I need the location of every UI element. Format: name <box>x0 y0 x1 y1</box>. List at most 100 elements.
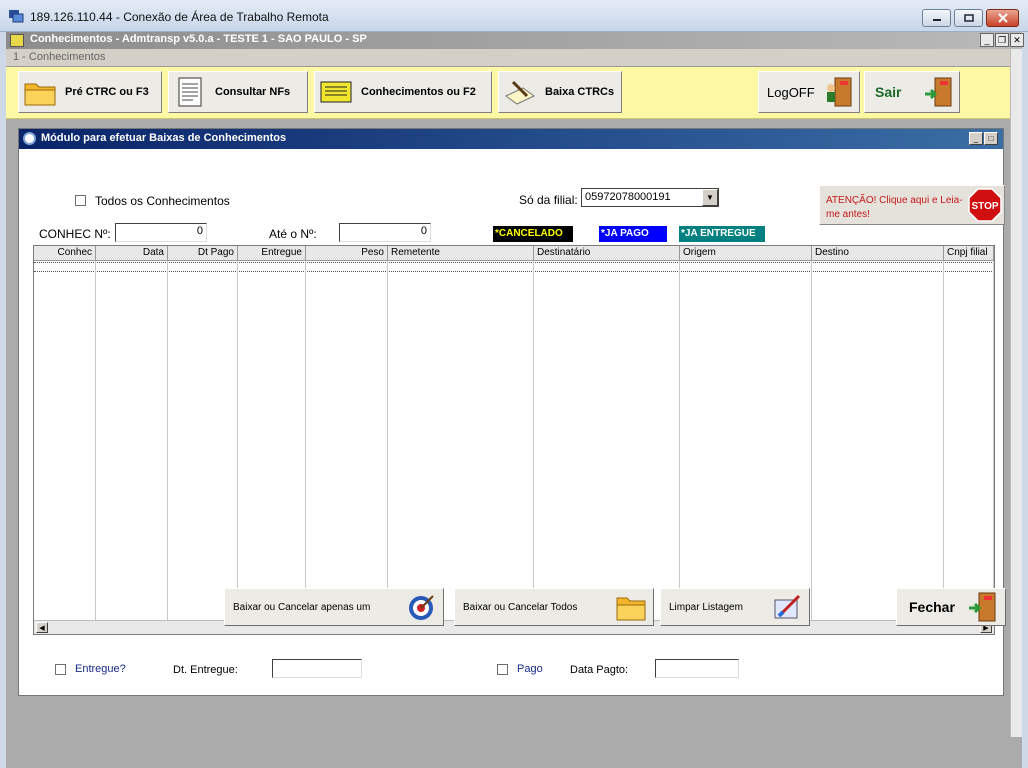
consultar-nfs-button[interactable]: Consultar NFs <box>168 71 308 113</box>
entregue-checkbox[interactable] <box>55 664 66 675</box>
column-divider <box>305 261 306 621</box>
filial-value: 05972078000191 <box>585 191 671 203</box>
table-row[interactable] <box>34 262 994 272</box>
filial-select[interactable]: 05972078000191 ▼ <box>581 188 719 207</box>
module-title: Módulo para efetuar Baixas de Conhecimen… <box>41 132 287 144</box>
sair-label: Sair <box>875 84 902 100</box>
window-title: 189.126.110.44 - Conexão de Área de Trab… <box>30 10 329 24</box>
spreadsheet-icon <box>320 81 352 103</box>
ate-input[interactable]: 0 <box>339 223 431 242</box>
data-pagto-label: Data Pagto: <box>570 664 629 676</box>
column-divider <box>811 261 812 621</box>
module-minimize-button[interactable]: _ <box>969 132 983 145</box>
minimize-icon <box>932 19 941 21</box>
module-titlebar: Módulo para efetuar Baixas de Conhecimen… <box>19 129 1003 149</box>
data-pagto-input[interactable] <box>655 659 739 678</box>
column-header[interactable]: Origem <box>680 246 812 261</box>
app-minimize-button[interactable]: _ <box>980 33 994 47</box>
ate-label: Até o Nº: <box>269 227 317 241</box>
fechar-label: Fechar <box>909 599 955 615</box>
todos-checkbox[interactable] <box>75 195 86 206</box>
column-header[interactable]: Destino <box>812 246 944 261</box>
column-header[interactable]: Entregue <box>238 246 306 261</box>
minimize-button[interactable] <box>922 9 951 27</box>
app-logo-icon <box>10 34 24 47</box>
exit-door-icon <box>925 77 952 107</box>
column-header[interactable]: Cnpj filial <box>944 246 994 261</box>
dt-entregue-label: Dt. Entregue: <box>173 664 238 676</box>
todos-label: Todos os Conhecimentos <box>95 194 230 208</box>
baixa-ctrcs-label: Baixa CTRCs <box>545 86 615 98</box>
conhecimentos-grid[interactable]: Conhec Data Dt Pago Entregue Peso Remetente De… <box>33 245 995 635</box>
logoff-button[interactable]: LogOFF <box>758 71 860 113</box>
stop-sign-text: STOP <box>971 201 998 212</box>
legend-cancelado: *CANCELADO <box>493 226 573 242</box>
conhec-label: CONHEC Nº: <box>39 227 111 241</box>
column-header[interactable]: Destinatário <box>534 246 680 261</box>
app-vertical-scrollbar[interactable] <box>1010 49 1022 737</box>
baixar-um-button[interactable]: Baixar ou Cancelar apenas um <box>224 588 444 626</box>
app-titlebar: Conhecimentos - Admtransp v5.0.a - TESTE… <box>6 32 1024 49</box>
close-icon <box>997 13 1008 23</box>
paint-brush-icon <box>774 594 801 619</box>
folder-icon <box>616 597 646 621</box>
app-window: Conhecimentos - Admtransp v5.0.a - TESTE… <box>6 32 1024 768</box>
column-header[interactable]: Peso <box>306 246 388 261</box>
toolbar: Pré CTRC ou F3 Consultar NFs Conheciment… <box>6 67 1010 119</box>
conhecimentos-label: Conhecimentos ou F2 <box>361 86 476 98</box>
pago-checkbox[interactable] <box>497 664 508 675</box>
dt-entregue-input[interactable] <box>272 659 362 678</box>
conhecimentos-button[interactable]: Conhecimentos ou F2 <box>314 71 492 113</box>
chevron-down-icon[interactable]: ▼ <box>702 189 718 206</box>
app-restore-button[interactable]: ❐ <box>995 33 1009 47</box>
exit-door-icon <box>969 592 996 622</box>
exit-door-icon <box>827 77 852 107</box>
target-icon <box>409 595 434 620</box>
restore-button[interactable] <box>954 9 983 27</box>
baixar-todos-button[interactable]: Baixar ou Cancelar Todos <box>454 588 654 626</box>
pago-label: Pago <box>517 663 543 675</box>
folder-icon <box>24 83 56 106</box>
pen-paper-icon <box>505 80 535 105</box>
scroll-left-icon[interactable]: ◀ <box>36 622 48 633</box>
column-divider <box>993 261 994 621</box>
baixa-ctrcs-button[interactable]: Baixa CTRCs <box>498 71 622 113</box>
filial-label: Só da filial: <box>519 193 578 207</box>
consultar-nfs-label: Consultar NFs <box>215 86 291 98</box>
menu-item-conhecimentos[interactable]: 1 - Conhecimentos <box>13 51 105 63</box>
column-header[interactable]: Dt Pago <box>168 246 238 261</box>
atencao-label: ATENÇÃO! Clique aqui e Leia-me antes! <box>826 195 963 220</box>
column-header[interactable]: Data <box>96 246 168 261</box>
column-divider <box>387 261 388 621</box>
pre-ctrc-label: Pré CTRC ou F3 <box>65 86 149 98</box>
column-divider <box>167 261 168 621</box>
sair-button[interactable]: Sair <box>864 71 960 113</box>
column-header[interactable]: Conhec <box>34 246 96 261</box>
conhec-input[interactable]: 0 <box>115 223 207 242</box>
limpar-listagem-button[interactable]: Limpar Listagem <box>660 588 810 626</box>
column-divider <box>95 261 96 621</box>
window-titlebar: 189.126.110.44 - Conexão de Área de Trab… <box>0 0 1028 32</box>
atencao-button[interactable]: ATENÇÃO! Clique aqui e Leia-me antes! ST… <box>819 185 1005 225</box>
stop-sign-icon: STOP <box>968 188 1002 222</box>
module-maximize-button[interactable]: □ <box>984 132 998 145</box>
column-divider <box>237 261 238 621</box>
menu-bar: 1 - Conhecimentos <box>6 49 1022 67</box>
pre-ctrc-button[interactable]: Pré CTRC ou F3 <box>18 71 162 113</box>
column-divider <box>533 261 534 621</box>
document-icon <box>178 77 202 107</box>
remote-desktop-icon <box>9 10 24 23</box>
legend-ja-pago: *JA PAGO <box>599 226 667 242</box>
legend-ja-entregue: *JA ENTREGUE <box>679 226 765 242</box>
limpar-label: Limpar Listagem <box>669 601 743 613</box>
column-header[interactable]: Remetente <box>388 246 534 261</box>
app-close-button[interactable]: ✕ <box>1010 33 1024 47</box>
baixar-todos-label: Baixar ou Cancelar Todos <box>463 601 578 613</box>
entregue-label: Entregue? <box>75 663 126 675</box>
grid-header: Conhec Data Dt Pago Entregue Peso Remetente De… <box>34 246 994 261</box>
module-icon <box>23 132 36 145</box>
fechar-button[interactable]: Fechar <box>896 588 1006 626</box>
column-divider <box>679 261 680 621</box>
close-button[interactable] <box>986 9 1019 27</box>
app-title: Conhecimentos - Admtransp v5.0.a - TESTE… <box>30 33 367 45</box>
